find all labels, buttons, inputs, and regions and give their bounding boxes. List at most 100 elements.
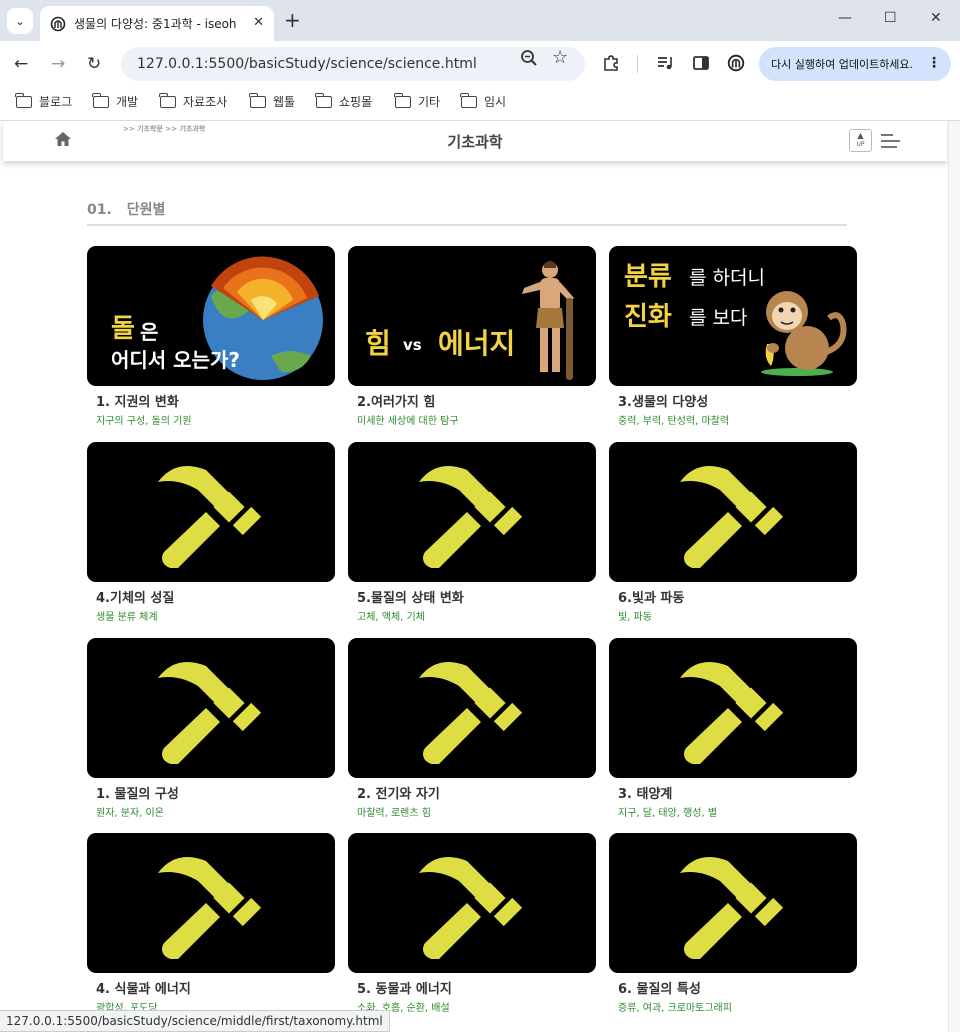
bookmark-label: 자료조사	[183, 95, 228, 109]
card-thumbnail[interactable]	[348, 833, 596, 973]
card-thumbnail[interactable]	[87, 442, 335, 582]
page-title: 기초과학	[447, 133, 503, 151]
card-thumbnail[interactable]: 힘 vs 에너지	[348, 246, 596, 386]
unit-card-4[interactable]: 4.기체의 성질 생물 분류 체계	[87, 442, 335, 623]
unit-card-3[interactable]: 분류 를 하더니 진화 를 보다 3.생물의 다양성 중력, 부력, 탄성력, …	[609, 246, 857, 427]
hammer-icon	[680, 466, 784, 568]
card-thumbnail[interactable]	[87, 833, 335, 973]
card-thumbnail[interactable]	[348, 638, 596, 778]
bookmark-star-icon[interactable]: ☆	[552, 47, 568, 68]
bookmark-folder-blog[interactable]: 블로그	[15, 92, 72, 110]
unit-card-12[interactable]: 6. 물질의 특성 증류, 여과, 크로마토그래피	[609, 833, 857, 1014]
unit-card-11[interactable]: 5. 동물과 에너지 소화, 호흡, 순환, 배설	[348, 833, 596, 1014]
card-title[interactable]: 5.물질의 상태 변화	[357, 587, 596, 606]
bookmark-folder-dev[interactable]: 개발	[92, 92, 139, 110]
thumb-text: 돌	[111, 314, 135, 344]
card-title[interactable]: 2.여러가지 힘	[357, 391, 596, 410]
update-chrome-button[interactable]: 다시 실행하여 업데이트하세요. ⋮	[759, 47, 951, 81]
bookmark-folder-research[interactable]: 자료조사	[159, 92, 228, 110]
card-title[interactable]: 4. 식물과 에너지	[96, 978, 335, 997]
bookmark-folder-temp[interactable]: 임시	[460, 92, 506, 110]
unit-card-8[interactable]: 2. 전기와 자기 마찰력, 로렌츠 힘	[348, 638, 596, 819]
card-thumbnail[interactable]	[87, 638, 335, 778]
hammer-icon	[158, 857, 262, 959]
bookmark-folder-etc[interactable]: 기타	[394, 92, 440, 110]
hammer-icon	[158, 662, 262, 764]
site-header: >> 기초학문 >> 기초과학 기초과학 ▲ UP	[3, 121, 947, 161]
card-title[interactable]: 3. 태양계	[618, 783, 857, 802]
card-title[interactable]: 4.기체의 성질	[96, 587, 335, 606]
card-subtitle: 고체, 액체, 기체	[357, 612, 425, 623]
zoom-icon[interactable]	[520, 49, 538, 67]
media-control-icon[interactable]	[656, 54, 674, 72]
thumb-text: 힘	[365, 327, 391, 360]
hammer-icon	[680, 662, 784, 764]
caret-up-icon: ▲	[857, 131, 864, 140]
address-bar[interactable]: 127.0.0.1:5500/basicStudy/science/scienc…	[121, 47, 585, 81]
card-thumbnail[interactable]: 돌 은 어디서 오는가?	[87, 246, 335, 386]
card-title[interactable]: 2. 전기와 자기	[357, 783, 596, 802]
menu-icon[interactable]	[880, 133, 902, 149]
tab-close-icon[interactable]: ✕	[253, 15, 264, 30]
tab-title: 생물의 다양성: 중1과학 - iseoh	[74, 17, 237, 31]
card-subtitle: 소화, 호흡, 순환, 배설	[357, 1003, 450, 1014]
address-url[interactable]: 127.0.0.1:5500/basicStudy/science/scienc…	[137, 56, 477, 72]
card-title[interactable]: 3.생물의 다양성	[618, 391, 857, 410]
card-subtitle: 생물 분류 체계	[96, 612, 158, 623]
card-subtitle: 중력, 부력, 탄성력, 마찰력	[618, 416, 730, 427]
new-tab-button[interactable]: +	[284, 9, 301, 31]
thumb-text: 진화	[624, 302, 672, 332]
tab-search-button[interactable]: ⌄	[7, 8, 33, 34]
browser-tab-active[interactable]: 생물의 다양성: 중1과학 - iseoh ✕	[40, 6, 274, 41]
folder-icon	[315, 92, 332, 108]
card-thumbnail[interactable]	[348, 442, 596, 582]
card-thumbnail[interactable]: 분류 를 하더니 진화 를 보다	[609, 246, 857, 386]
web-page: >> 기초학문 >> 기초과학 기초과학 ▲ UP 01. 단원별 돌 은 어디…	[0, 121, 948, 1032]
unit-card-7[interactable]: 1. 물질의 구성 원자, 분자, 이온	[87, 638, 335, 819]
unit-card-2[interactable]: 힘 vs 에너지 2.여러가지 힘 미세한 세상에 대한 탐구	[348, 246, 596, 427]
update-button-label: 다시 실행하여 업데이트하세요.	[771, 58, 914, 71]
thumb-text: 은	[140, 320, 159, 344]
unit-card-10[interactable]: 4. 식물과 에너지 광합성, 포도당	[87, 833, 335, 1014]
bookmark-folder-webtool[interactable]: 웹툴	[249, 92, 295, 110]
extensions-icon[interactable]	[602, 54, 620, 72]
section-divider	[87, 224, 847, 226]
card-title[interactable]: 1. 지권의 변화	[96, 391, 335, 410]
card-title[interactable]: 6. 물질의 특성	[618, 978, 857, 997]
unit-card-6[interactable]: 6.빛과 파동 빛, 파동	[609, 442, 857, 623]
profile-avatar-icon[interactable]	[727, 54, 745, 72]
unit-card-5[interactable]: 5.물질의 상태 변화 고체, 액체, 기체	[348, 442, 596, 623]
card-subtitle: 빛, 파동	[618, 612, 652, 623]
hercules-figure-icon	[522, 261, 574, 380]
folder-icon	[249, 92, 266, 108]
card-thumbnail[interactable]	[609, 833, 857, 973]
more-menu-icon[interactable]: ⋮	[927, 55, 941, 71]
minimize-icon[interactable]: —	[838, 10, 852, 26]
unit-card-9[interactable]: 3. 태양계 지구, 달, 태양, 행성, 별	[609, 638, 857, 819]
hammer-icon	[680, 857, 784, 959]
forward-arrow-icon[interactable]: →	[51, 54, 65, 74]
bookmark-folder-shopping[interactable]: 쇼핑몰	[315, 92, 372, 110]
page-scrollbar[interactable]	[948, 121, 960, 1032]
hammer-icon	[419, 466, 523, 568]
card-title[interactable]: 1. 물질의 구성	[96, 783, 335, 802]
thumb-text: vs	[403, 336, 422, 354]
unit-card-1[interactable]: 돌 은 어디서 오는가? 1. 지권의 변화 지구의 구성, 돌의 기원	[87, 246, 335, 427]
folder-icon	[394, 92, 411, 108]
reload-icon[interactable]: ↻	[87, 54, 101, 74]
maximize-icon[interactable]: ☐	[884, 10, 897, 26]
card-title[interactable]: 5. 동물과 에너지	[357, 978, 596, 997]
back-arrow-icon[interactable]: ←	[14, 54, 28, 74]
card-thumbnail[interactable]	[609, 638, 857, 778]
card-title[interactable]: 6.빛과 파동	[618, 587, 857, 606]
card-subtitle: 마찰력, 로렌츠 힘	[357, 808, 431, 819]
monkey-icon	[761, 291, 847, 376]
scroll-up-button[interactable]: ▲ UP	[849, 129, 872, 152]
thumb-text: 를 하더니	[689, 267, 765, 289]
window-close-icon[interactable]: ✕	[930, 10, 942, 26]
card-thumbnail[interactable]	[609, 442, 857, 582]
side-panel-icon[interactable]	[692, 54, 710, 72]
bookmark-label: 개발	[116, 95, 139, 109]
card-subtitle: 원자, 분자, 이온	[96, 808, 164, 819]
browser-tab-strip: ⌄ 생물의 다양성: 중1과학 - iseoh ✕ + — ☐ ✕	[0, 0, 960, 41]
